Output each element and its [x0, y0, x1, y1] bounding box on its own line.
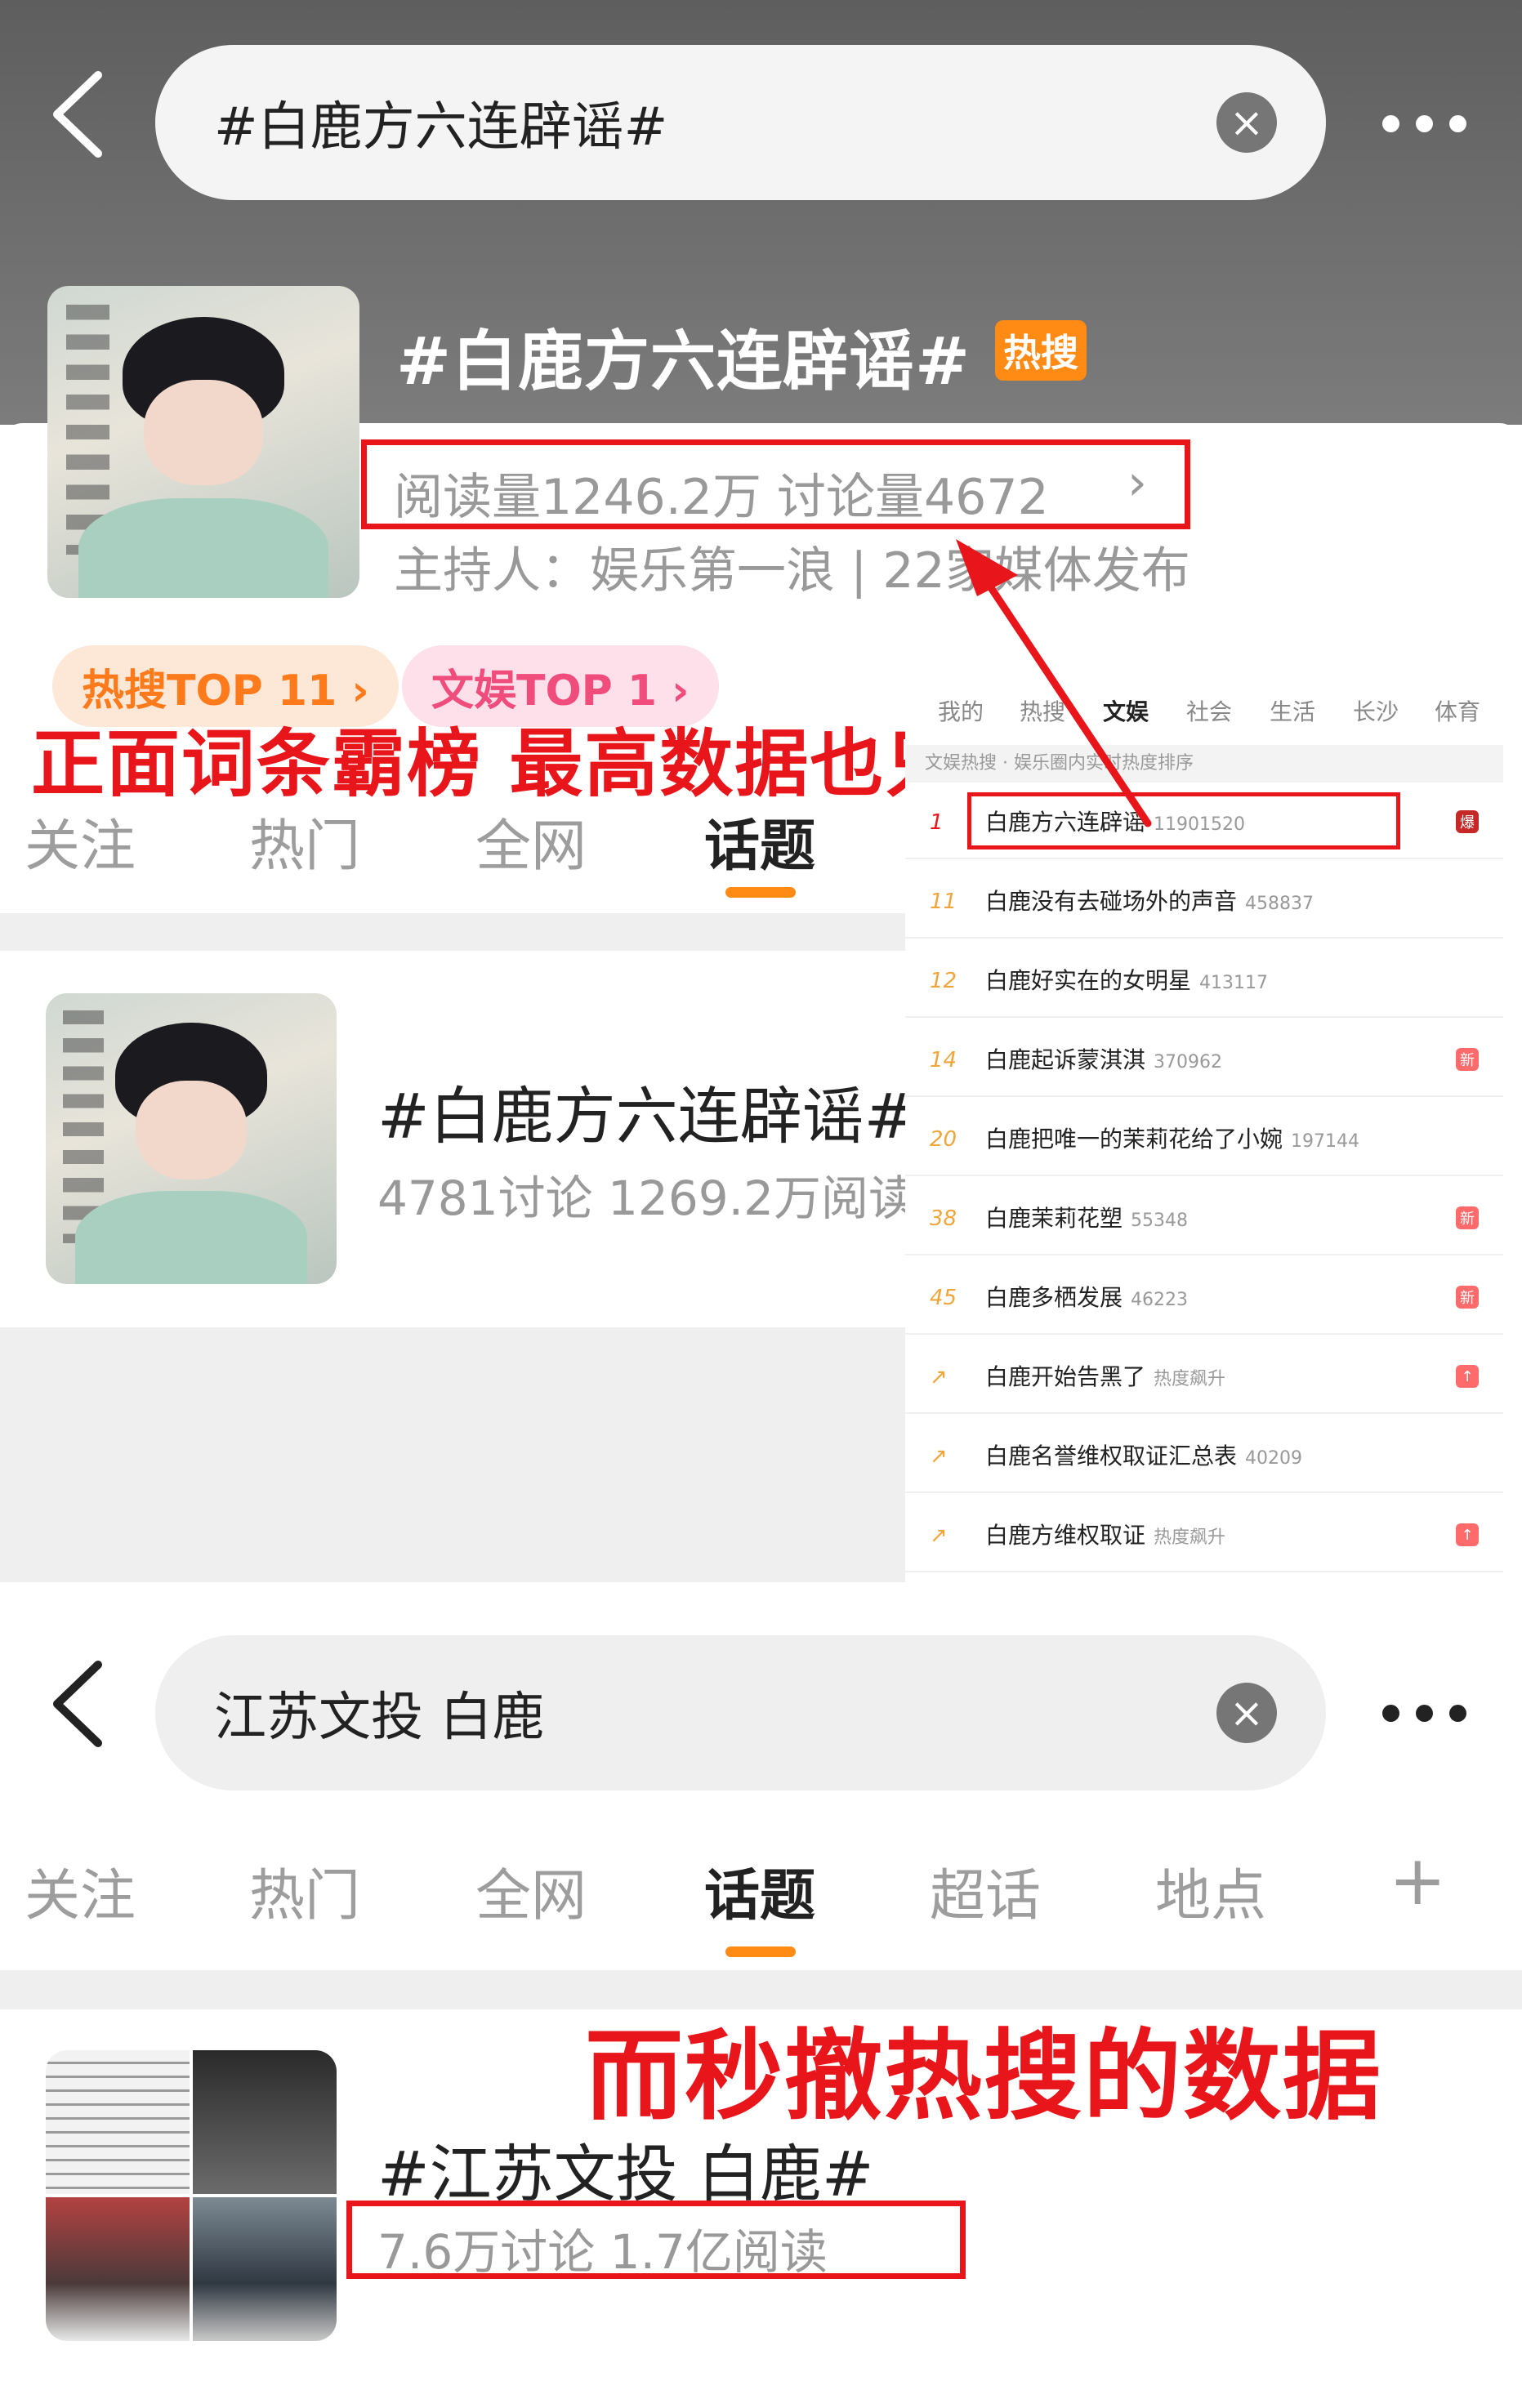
ranking-rank: 14 [930, 1048, 957, 1072]
gray-filler [0, 1327, 905, 1582]
ranking-cat-society[interactable]: 社会 [1186, 694, 1232, 727]
tab-follow[interactable]: 关注 [25, 800, 136, 881]
ranking-item-value: 热度飙升 [1154, 1527, 1226, 1548]
photo-image [46, 2197, 190, 2341]
ranking-row[interactable]: ↗ 白鹿名誉维权取证汇总表 40209 [905, 1420, 1503, 1493]
ranking-item: 白鹿茉莉花塑 55348 [985, 1182, 1188, 1258]
tab-hot-bottom[interactable]: 热门 [249, 1850, 360, 1931]
ranking-item-title: 白鹿把唯一的茉莉花给了小婉 [985, 1126, 1283, 1153]
hot-search-badge: 热搜 [995, 320, 1087, 381]
tab-all[interactable]: 全网 [475, 800, 587, 881]
active-tab-indicator [725, 887, 796, 898]
ranking-badge: 新 [1456, 1206, 1479, 1229]
ranking-rank: ↗ [930, 1365, 948, 1389]
tab-topic-bottom[interactable]: 话题 [704, 1850, 815, 1931]
annotation-bottom: 而秒撤热搜的数据 [585, 2020, 1382, 2134]
document-image [46, 2050, 190, 2194]
ranking-item: 白鹿起诉蒙淇淇 370962 [985, 1023, 1222, 1099]
ranking-item: 白鹿名誉维权取证汇总表 40209 [985, 1420, 1302, 1496]
ranking-badge: ↑ [1456, 1365, 1479, 1388]
section-divider [0, 913, 905, 951]
ranking-item-value: 413117 [1199, 973, 1268, 993]
result-thumbnail[interactable] [46, 993, 337, 1284]
ranking-item: 白鹿把唯一的茉莉花给了小婉 197144 [985, 1103, 1359, 1179]
search-query-text: #白鹿方六连辟谣# [214, 97, 668, 158]
ranking-item-value: 46223 [1131, 1290, 1189, 1310]
ranking-row[interactable]: ↗ 白鹿开始告黑了 热度飙升 ↑ [905, 1340, 1503, 1414]
annotation-box-top-stats [361, 439, 1190, 529]
ranking-cat-changsha[interactable]: 长沙 [1353, 694, 1399, 727]
search-query-text-bottom: 江苏文投 白鹿 [214, 1688, 545, 1748]
ranking-badge: 爆 [1456, 810, 1479, 833]
ranking-badge: 新 [1456, 1048, 1479, 1071]
add-tab-icon[interactable]: + [1389, 1840, 1446, 1920]
ranking-item: 白鹿没有去碰场外的声音 458837 [985, 865, 1314, 941]
topic-avatar-image [47, 286, 359, 598]
ranking-row[interactable]: 11 白鹿没有去碰场外的声音 458837 [905, 865, 1503, 939]
ranking-rank: 45 [930, 1286, 957, 1310]
clear-search-icon-bottom[interactable]: × [1216, 1683, 1277, 1743]
ranking-item: 白鹿好实在的女明星 413117 [985, 944, 1268, 1020]
photo-image [193, 2197, 337, 2341]
ranking-item-title: 白鹿开始告黑了 [985, 1363, 1146, 1390]
result-title-wrap[interactable]: #白鹿方六连辟谣# [377, 1066, 905, 1156]
ranking-row[interactable]: ↗ 白鹿方维权取证 热度飙升 ↑ [905, 1499, 1503, 1572]
ranking-row[interactable]: 14 白鹿起诉蒙淇淇 370962 新 [905, 1023, 1503, 1097]
ranking-item-title: 白鹿好实在的女明星 [985, 967, 1192, 994]
ranking-badge: ↑ [1456, 1523, 1479, 1546]
tab-follow-bottom[interactable]: 关注 [25, 1850, 136, 1931]
ranking-rank: 11 [930, 890, 957, 914]
ranking-row[interactable]: 38 白鹿茉莉花塑 55348 新 [905, 1182, 1503, 1255]
result-title: #白鹿方六连辟谣# [377, 1080, 905, 1153]
clear-search-icon[interactable]: × [1216, 92, 1277, 153]
ranking-badge: 新 [1456, 1286, 1479, 1309]
tab-location[interactable]: 地点 [1155, 1850, 1266, 1931]
ranking-item-value: 40209 [1245, 1448, 1303, 1469]
ranking-item-title: 白鹿没有去碰场外的声音 [985, 888, 1238, 915]
ranking-item-title: 白鹿多栖发展 [985, 1284, 1123, 1311]
ranking-item: 白鹿方维权取证 热度飙升 [985, 1499, 1225, 1575]
ranking-rank: ↗ [930, 1523, 948, 1548]
result-stats: 4781讨论 1269.2万阅读 [377, 1171, 905, 1226]
ranking-row[interactable]: 20 白鹿把唯一的茉莉花给了小婉 197144 [905, 1103, 1503, 1176]
photo-image [193, 2050, 337, 2194]
ranking-item-value: 370962 [1154, 1052, 1222, 1072]
more-options-icon[interactable] [1382, 115, 1466, 132]
ranking-item: 白鹿多栖发展 46223 [985, 1261, 1188, 1337]
ranking-rank: 12 [930, 969, 957, 993]
tab-super-topic[interactable]: 超话 [930, 1850, 1041, 1931]
ranking-item-title: 白鹿茉莉花塑 [985, 1205, 1123, 1232]
result-stats-wrap: 4781讨论 1269.2万阅读 [377, 1160, 905, 1229]
search-input[interactable]: #白鹿方六连辟谣# × [155, 45, 1326, 200]
tab-hot[interactable]: 热门 [249, 800, 360, 881]
ranking-item-value: 55348 [1131, 1211, 1189, 1231]
ranking-rank: ↗ [930, 1444, 948, 1469]
annotation-arrow-icon [956, 539, 1152, 827]
ranking-cat-life[interactable]: 生活 [1270, 694, 1315, 727]
back-arrow-icon-bottom[interactable] [41, 1655, 114, 1756]
ranking-item-title: 白鹿方维权取证 [985, 1522, 1146, 1549]
result-thumbnail-collage[interactable] [46, 2050, 337, 2341]
active-tab-indicator-bottom [725, 1946, 796, 1957]
search-input-bottom[interactable]: 江苏文投 白鹿 × [155, 1635, 1326, 1790]
ranking-item-value: 197144 [1291, 1131, 1359, 1152]
tab-all-bottom[interactable]: 全网 [475, 1850, 587, 1931]
tabs-bottom: 关注 热门 全网 话题 超话 地点 + [0, 1834, 1522, 1964]
tabs-top: 关注 热门 全网 话题 [0, 784, 905, 915]
ranking-item-value: 458837 [1245, 894, 1314, 914]
more-options-icon-bottom[interactable] [1382, 1705, 1466, 1722]
ranking-item-title: 白鹿起诉蒙淇淇 [985, 1046, 1146, 1073]
ranking-rank: 20 [930, 1127, 957, 1152]
topic-title: #白鹿方六连辟谣# [396, 323, 971, 399]
annotation-box-bottom-stats [346, 2201, 966, 2279]
ranking-cat-sports[interactable]: 体育 [1435, 694, 1480, 727]
ranking-rank: 38 [930, 1206, 957, 1231]
tab-topic[interactable]: 话题 [704, 800, 815, 881]
ranking-item-title: 白鹿名誉维权取证汇总表 [985, 1443, 1238, 1469]
ranking-item: 白鹿开始告黑了 热度飙升 [985, 1340, 1225, 1416]
back-arrow-icon[interactable] [41, 65, 114, 182]
ranking-item-value: 热度飙升 [1154, 1369, 1226, 1389]
ranking-row[interactable]: 12 白鹿好实在的女明星 413117 [905, 944, 1503, 1018]
ranking-row[interactable]: 45 白鹿多栖发展 46223 新 [905, 1261, 1503, 1335]
